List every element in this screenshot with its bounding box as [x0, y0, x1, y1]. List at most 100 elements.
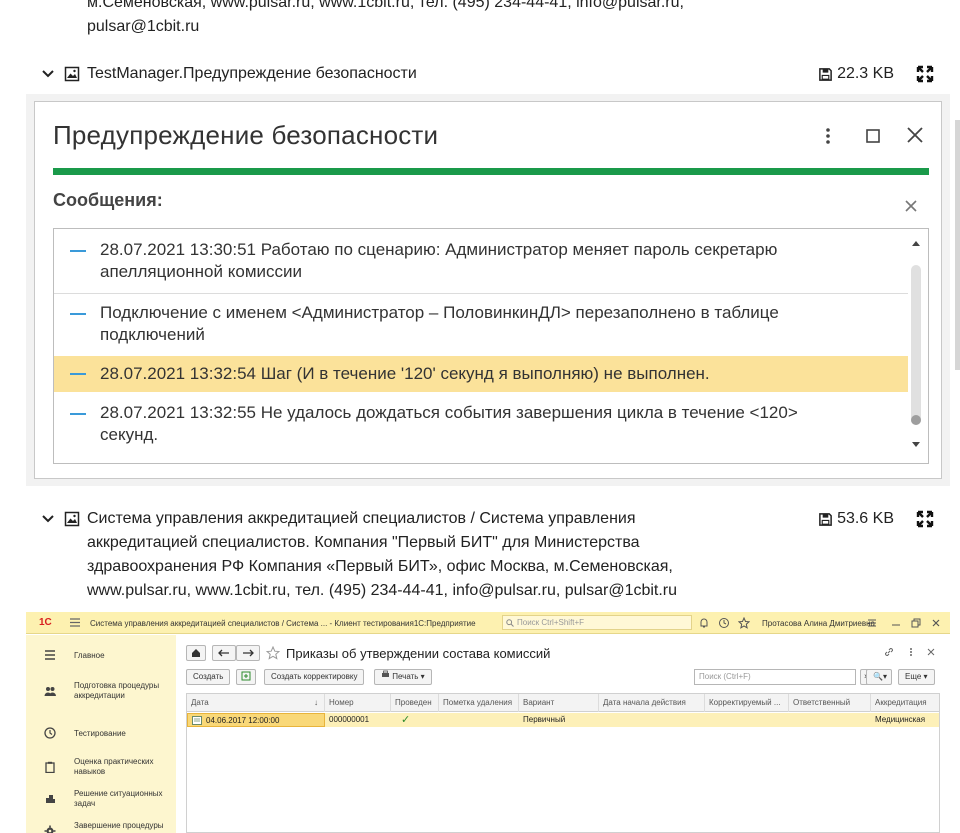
- sidebar-item-main[interactable]: Главное: [26, 647, 176, 667]
- scrollbar-track[interactable]: [911, 265, 921, 425]
- app-logo: 1С: [39, 617, 52, 628]
- gear-icon: [44, 825, 56, 833]
- description-line: pulsar@1cbit.ru: [87, 18, 200, 35]
- list-item[interactable]: 28.07.2021 13:30:51 Работаю по сценарию:…: [54, 229, 908, 293]
- messages-heading: Сообщения:: [53, 190, 163, 210]
- print-button[interactable]: Печать ▾: [374, 669, 432, 685]
- search-button[interactable]: 🔍▾: [866, 669, 892, 685]
- puzzle-icon: [46, 795, 55, 803]
- sidebar-item-label: Решение ситуационных задач: [74, 789, 163, 808]
- sidebar-item-completion[interactable]: Завершение процедуры аккредитации: [26, 819, 176, 833]
- previous-attachment-description: м.Семеновская, www.pulsar.ru, www.1cbit.…: [87, 0, 787, 39]
- close-icon[interactable]: [905, 125, 925, 145]
- fullscreen-icon[interactable]: [916, 65, 934, 83]
- column-header[interactable]: Номер: [325, 694, 391, 712]
- column-header[interactable]: Дата ↓: [187, 694, 325, 712]
- restore-icon[interactable]: [910, 617, 922, 629]
- attachment-name-line: здравоохранения РФ Компания «Первый БИТ»…: [87, 558, 673, 575]
- create-correction-button[interactable]: Создать корректировку: [264, 669, 365, 685]
- message-text: подключений: [100, 325, 205, 344]
- cell-start-date[interactable]: [599, 713, 705, 727]
- more-options-icon[interactable]: [906, 647, 916, 657]
- chevron-down-icon[interactable]: [40, 511, 56, 527]
- favorite-star-icon[interactable]: [266, 646, 280, 660]
- attachment-header-2: Система управления аккредитацией специал…: [0, 507, 960, 603]
- arrow-right-icon: [243, 649, 254, 657]
- link-icon[interactable]: [884, 647, 894, 657]
- list-item-highlighted[interactable]: 28.07.2021 13:32:54 Шаг (И в течение '12…: [54, 356, 908, 392]
- table-header: Дата ↓ Номер Проведен Пометка удаления В…: [187, 694, 939, 712]
- page-scrollbar[interactable]: [955, 120, 960, 370]
- back-button[interactable]: [212, 645, 236, 661]
- search-placeholder: Поиск Ctrl+Shift+F: [517, 618, 585, 627]
- column-header-label: Дата: [191, 698, 209, 707]
- cell-date[interactable]: 04.06.2017 12:00:00: [187, 713, 325, 727]
- chevron-down-icon[interactable]: [40, 66, 56, 82]
- cell-posted[interactable]: ✓: [391, 713, 439, 727]
- clipboard-icon: [45, 761, 55, 773]
- attachment-size: 53.6 KB: [818, 507, 894, 531]
- close-messages-icon[interactable]: [903, 198, 919, 214]
- image-file-icon: [64, 66, 80, 82]
- column-header[interactable]: Пометка удаления: [439, 694, 519, 712]
- bell-icon[interactable]: [698, 617, 710, 629]
- column-header[interactable]: Проведен: [391, 694, 439, 712]
- list-item[interactable]: 28.07.2021 13:32:55 Не удалось дождаться…: [54, 393, 908, 457]
- fullscreen-icon[interactable]: [916, 510, 934, 528]
- more-button[interactable]: Еще ▾: [898, 669, 935, 685]
- forward-button[interactable]: [236, 645, 260, 661]
- scrollbar-thumb[interactable]: [911, 415, 921, 425]
- cell-accreditation[interactable]: Медицинская: [871, 713, 939, 727]
- menu-icon[interactable]: [70, 618, 80, 627]
- global-search-input[interactable]: Поиск Ctrl+Shift+F: [502, 615, 692, 630]
- minimize-icon[interactable]: [890, 617, 902, 629]
- sidebar-item-preparation[interactable]: Подготовка процедуры аккредитации: [26, 679, 176, 707]
- column-header[interactable]: Корректируемый ...: [705, 694, 789, 712]
- more-options-icon[interactable]: [821, 126, 835, 146]
- save-icon[interactable]: [818, 512, 833, 527]
- home-button[interactable]: [186, 645, 206, 661]
- page-title: Приказы об утверждении состава комиссий: [286, 646, 551, 661]
- arrow-left-icon: [218, 649, 229, 657]
- app-title-bar: 1С Система управления аккредитацией спец…: [26, 612, 950, 634]
- settings-icon[interactable]: [866, 617, 878, 629]
- list-item[interactable]: Подключение с именем <Администратор – По…: [54, 294, 908, 354]
- attachment-preview-2: 1С Система управления аккредитацией спец…: [26, 612, 950, 833]
- add-copy-icon: [241, 671, 251, 681]
- history-icon[interactable]: [718, 617, 730, 629]
- star-icon[interactable]: [738, 617, 750, 629]
- save-icon[interactable]: [818, 67, 833, 82]
- scroll-down-icon[interactable]: [911, 441, 921, 449]
- maximize-icon[interactable]: [865, 128, 881, 144]
- sidebar-item-label: Оценка практических навыков: [74, 757, 154, 776]
- column-header[interactable]: Аккредитация: [871, 694, 939, 712]
- messages-list[interactable]: 28.07.2021 13:30:51 Работаю по сценарию:…: [53, 228, 929, 464]
- cell-corrected[interactable]: [705, 713, 789, 727]
- message-text: секунд.: [100, 425, 159, 444]
- cell-number[interactable]: 000000001: [325, 713, 391, 727]
- column-header[interactable]: Ответственный: [789, 694, 871, 712]
- cell-variant[interactable]: Первичный: [519, 713, 599, 727]
- sidebar-item-practical[interactable]: Оценка практических навыков: [26, 755, 176, 783]
- sidebar-item-testing[interactable]: Тестирование: [26, 723, 176, 743]
- column-header[interactable]: Вариант: [519, 694, 599, 712]
- scroll-up-icon[interactable]: [911, 239, 921, 247]
- documents-table: Дата ↓ Номер Проведен Пометка удаления В…: [186, 693, 940, 833]
- table-row[interactable]: 04.06.2017 12:00:00 000000001 ✓ Первичны…: [187, 713, 939, 727]
- sidebar-item-situational[interactable]: Решение ситуационных задач: [26, 787, 176, 815]
- printer-icon: [382, 670, 389, 677]
- home-icon: [192, 649, 200, 657]
- cell-responsible[interactable]: [789, 713, 871, 727]
- attachment-name[interactable]: TestManager.Предупреждение безопасности: [87, 62, 417, 86]
- list-search-input[interactable]: Поиск (Ctrl+F): [694, 669, 856, 685]
- cell-deleted[interactable]: [439, 713, 519, 727]
- create-button[interactable]: Создать: [186, 669, 231, 685]
- main-content: Приказы об утверждении состава комиссий …: [176, 635, 950, 833]
- column-header[interactable]: Дата начала действия: [599, 694, 705, 712]
- copy-button[interactable]: [236, 669, 256, 685]
- sidebar-item-label: Тестирование: [74, 729, 126, 738]
- attachment-name[interactable]: Система управления аккредитацией специал…: [87, 507, 777, 603]
- user-name[interactable]: Протасова Алина Дмитриевна: [762, 619, 875, 628]
- close-icon[interactable]: [926, 647, 936, 657]
- close-icon[interactable]: [930, 617, 942, 629]
